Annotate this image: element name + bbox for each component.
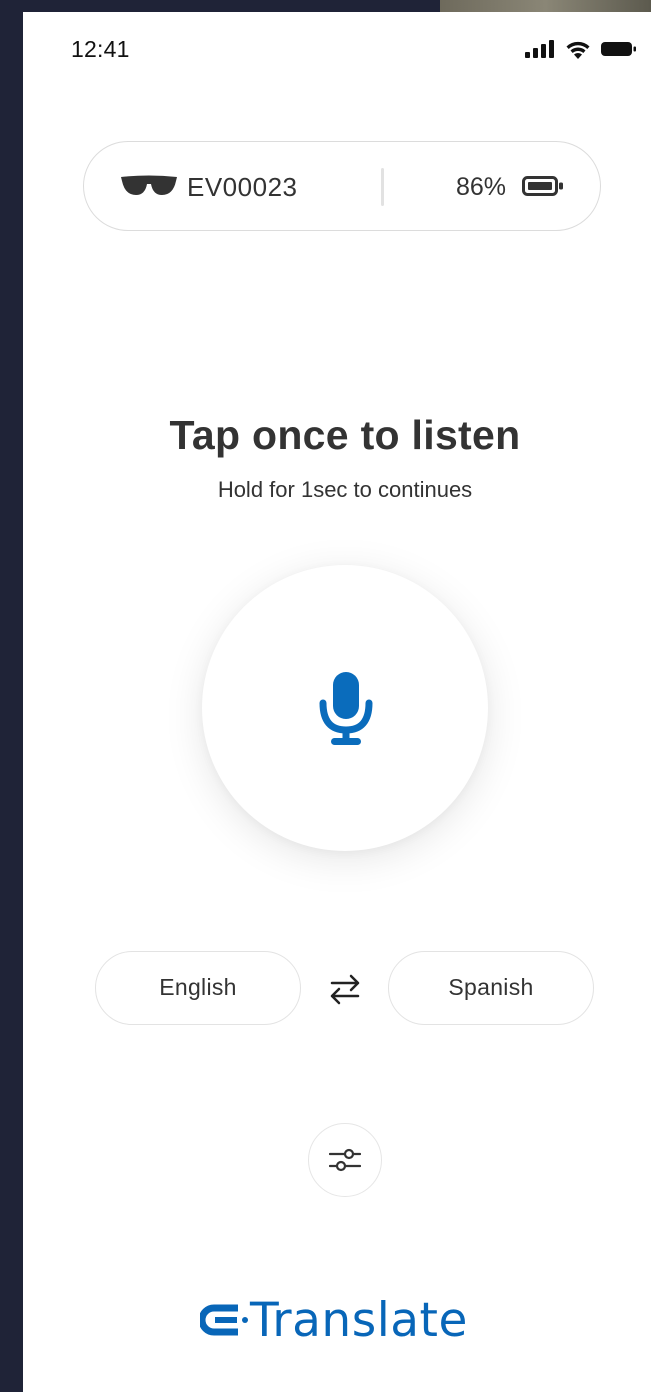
settings-button[interactable] (308, 1123, 382, 1197)
wifi-icon (566, 41, 590, 59)
listen-subtitle: Hold for 1sec to continues (217, 477, 473, 502)
e-logo-icon (200, 1304, 248, 1336)
device-id: EV00023 (187, 172, 298, 202)
microphone-icon (319, 672, 373, 745)
source-language-button[interactable]: English (95, 951, 301, 1025)
device-status-pill[interactable]: EV00023 86% (83, 141, 601, 231)
cellular-signal-icon (525, 40, 554, 58)
status-time: 12:41 (71, 36, 130, 62)
sunglasses-icon (121, 175, 177, 195)
pill-divider (381, 168, 384, 206)
phone-screen: 12:41 EV00023 86% Tap once to listen Hol… (23, 12, 651, 1392)
battery-percentage: 86% (456, 173, 507, 201)
swap-languages-button[interactable] (327, 972, 363, 1006)
phone-battery-icon (601, 42, 636, 56)
brand-logo: Translate (200, 1290, 468, 1350)
status-bar: 12:41 (23, 12, 651, 82)
background-photo (440, 0, 651, 12)
status-icons (525, 38, 637, 60)
microphone-button[interactable] (202, 565, 488, 851)
swap-arrows-icon (330, 974, 360, 1005)
battery-icon (522, 176, 563, 196)
target-language-button[interactable]: Spanish (388, 951, 594, 1025)
brand-name: Translate (250, 1292, 468, 1348)
listen-title: Tap once to listen (169, 412, 521, 458)
sliders-icon (329, 1148, 361, 1172)
